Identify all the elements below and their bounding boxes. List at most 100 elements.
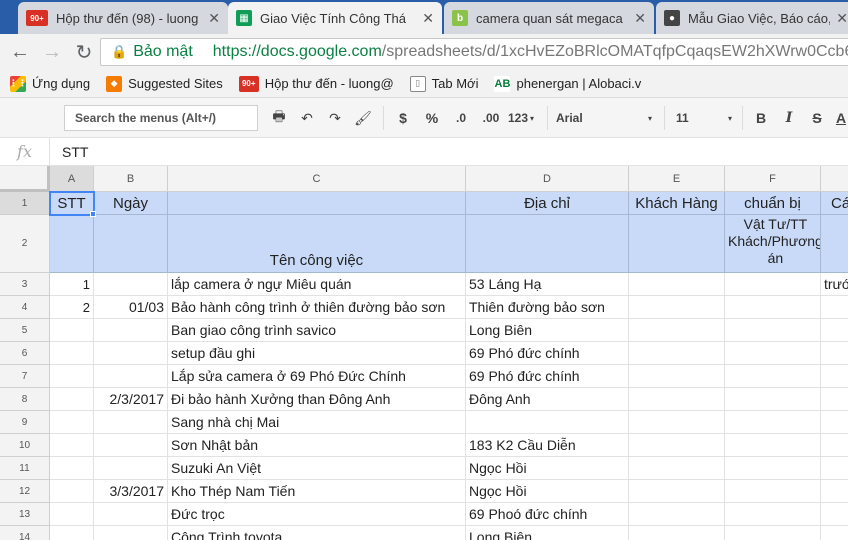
cell[interactable] xyxy=(94,215,168,273)
cell[interactable]: chuẩn bị xyxy=(725,192,821,215)
forward-icon[interactable]: → xyxy=(40,40,64,64)
cell[interactable] xyxy=(94,273,168,296)
row-header[interactable]: 5 xyxy=(0,319,50,342)
cell[interactable] xyxy=(50,434,94,457)
close-icon[interactable]: ✕ xyxy=(208,10,220,27)
percent-button[interactable]: % xyxy=(422,108,442,128)
cell[interactable] xyxy=(50,215,94,273)
cell[interactable]: Bảo hành công trình ở thiên đường bảo sơ… xyxy=(168,296,466,319)
row-header[interactable]: 7 xyxy=(0,365,50,388)
cell[interactable] xyxy=(629,457,725,480)
cell[interactable] xyxy=(50,411,94,434)
more-formats-button[interactable]: 123 ▾ xyxy=(504,108,538,128)
cell[interactable]: 1 xyxy=(50,273,94,296)
cell[interactable]: lắp camera ở ngự Miêu quán xyxy=(168,273,466,296)
cell[interactable] xyxy=(725,319,821,342)
menu-search-input[interactable]: Search the menus (Alt+/) xyxy=(64,105,258,131)
cell[interactable]: Ngọc Hồi xyxy=(466,457,629,480)
select-all-corner[interactable] xyxy=(0,166,50,192)
paint-format-icon[interactable]: 🖌 xyxy=(352,108,374,128)
cell[interactable]: Ngày xyxy=(94,192,168,215)
cell[interactable] xyxy=(725,411,821,434)
cell[interactable]: Lắp sửa camera ở 69 Phó Đức Chính xyxy=(168,365,466,388)
bookmark-apps[interactable]: ⋮⋮ Ứng dụng xyxy=(9,75,90,92)
cell[interactable]: 69 Phoó đức chính xyxy=(466,503,629,526)
redo-icon[interactable]: ↷ xyxy=(324,108,346,128)
increase-decimal-button[interactable]: .00 xyxy=(478,108,504,128)
cell[interactable]: Khách Hàng xyxy=(629,192,725,215)
cell[interactable] xyxy=(725,503,821,526)
cell[interactable]: Suzuki An Việt xyxy=(168,457,466,480)
tab-sheets[interactable]: ▦ Giao Việc Tính Công Thá ✕ xyxy=(228,2,442,34)
row-header[interactable]: 12 xyxy=(0,480,50,503)
cell[interactable] xyxy=(94,319,168,342)
cell[interactable]: Ban giao công trình savico xyxy=(168,319,466,342)
close-icon[interactable]: ✕ xyxy=(836,10,848,27)
cell[interactable] xyxy=(629,215,725,273)
cell[interactable]: Long Biên xyxy=(466,319,629,342)
cell[interactable]: trướ xyxy=(821,273,848,296)
cell[interactable] xyxy=(50,388,94,411)
cell[interactable]: Tên công việc xyxy=(168,215,466,273)
row-header[interactable]: 4 xyxy=(0,296,50,319)
column-header[interactable]: A xyxy=(50,166,94,192)
cell[interactable] xyxy=(725,273,821,296)
cell[interactable]: Vật Tư/TT Khách/Phương án xyxy=(725,215,821,273)
cell[interactable]: 01/03 xyxy=(94,296,168,319)
tab-camera[interactable]: b camera quan sát megaca ✕ xyxy=(444,2,654,34)
cell[interactable] xyxy=(821,388,848,411)
cell[interactable] xyxy=(725,434,821,457)
column-header[interactable]: D xyxy=(466,166,629,192)
spreadsheet-grid[interactable]: A B C D E F 1 2 3 4 5 6 7 8 9 10 11 12 13 14 STT Ngày Địa chỉ K… xyxy=(0,166,848,540)
undo-icon[interactable]: ↶ xyxy=(296,108,318,128)
cell[interactable] xyxy=(629,526,725,540)
cell[interactable] xyxy=(50,526,94,540)
cell[interactable]: Ngọc Hồi xyxy=(466,480,629,503)
row-header[interactable]: 13 xyxy=(0,503,50,526)
cell[interactable]: Kho Thép Nam Tiến xyxy=(168,480,466,503)
cell[interactable]: 69 Phó đức chính xyxy=(466,342,629,365)
cell[interactable]: Long Biên xyxy=(466,526,629,540)
column-header[interactable]: C xyxy=(168,166,466,192)
column-header[interactable]: F xyxy=(725,166,821,192)
cell[interactable]: Cá xyxy=(821,192,848,215)
cell[interactable] xyxy=(94,457,168,480)
row-header[interactable]: 10 xyxy=(0,434,50,457)
cell[interactable] xyxy=(629,296,725,319)
close-icon[interactable]: ✕ xyxy=(422,10,434,27)
row-header[interactable]: 9 xyxy=(0,411,50,434)
cell[interactable]: 69 Phó đức chính xyxy=(466,365,629,388)
cell[interactable] xyxy=(168,192,466,215)
cell[interactable] xyxy=(821,480,848,503)
fill-handle[interactable] xyxy=(90,211,96,217)
cell[interactable] xyxy=(466,215,629,273)
column-header[interactable]: E xyxy=(629,166,725,192)
cell[interactable] xyxy=(821,215,848,273)
cell[interactable] xyxy=(821,457,848,480)
row-header[interactable]: 1 xyxy=(0,192,50,215)
reload-icon[interactable]: ↻ xyxy=(72,40,96,64)
cell[interactable] xyxy=(629,388,725,411)
cell[interactable] xyxy=(629,503,725,526)
cell[interactable] xyxy=(50,319,94,342)
cell[interactable] xyxy=(725,480,821,503)
strikethrough-button[interactable]: S xyxy=(808,108,826,128)
cell[interactable]: 3/3/2017 xyxy=(94,480,168,503)
cell[interactable] xyxy=(94,342,168,365)
cell[interactable]: 2 xyxy=(50,296,94,319)
row-header[interactable]: 2 xyxy=(0,215,50,273)
cell[interactable]: Địa chỉ xyxy=(466,192,629,215)
font-family-select[interactable]: Arial ▾ xyxy=(556,108,652,128)
cell[interactable]: Sơn Nhật bản xyxy=(168,434,466,457)
cell[interactable] xyxy=(725,526,821,540)
cell[interactable] xyxy=(629,434,725,457)
close-icon[interactable]: ✕ xyxy=(634,10,646,27)
tab-mau-giao-viec[interactable]: ● Mẫu Giao Việc, Báo cáo, ✕ xyxy=(656,2,848,34)
address-bar[interactable]: 🔒 Bảo mật https://docs.google.com /sprea… xyxy=(100,38,848,66)
column-header[interactable] xyxy=(821,166,848,192)
cell[interactable] xyxy=(629,342,725,365)
cell[interactable] xyxy=(629,365,725,388)
cell[interactable] xyxy=(821,342,848,365)
text-color-button[interactable]: A xyxy=(834,108,848,128)
currency-button[interactable]: $ xyxy=(394,108,412,128)
